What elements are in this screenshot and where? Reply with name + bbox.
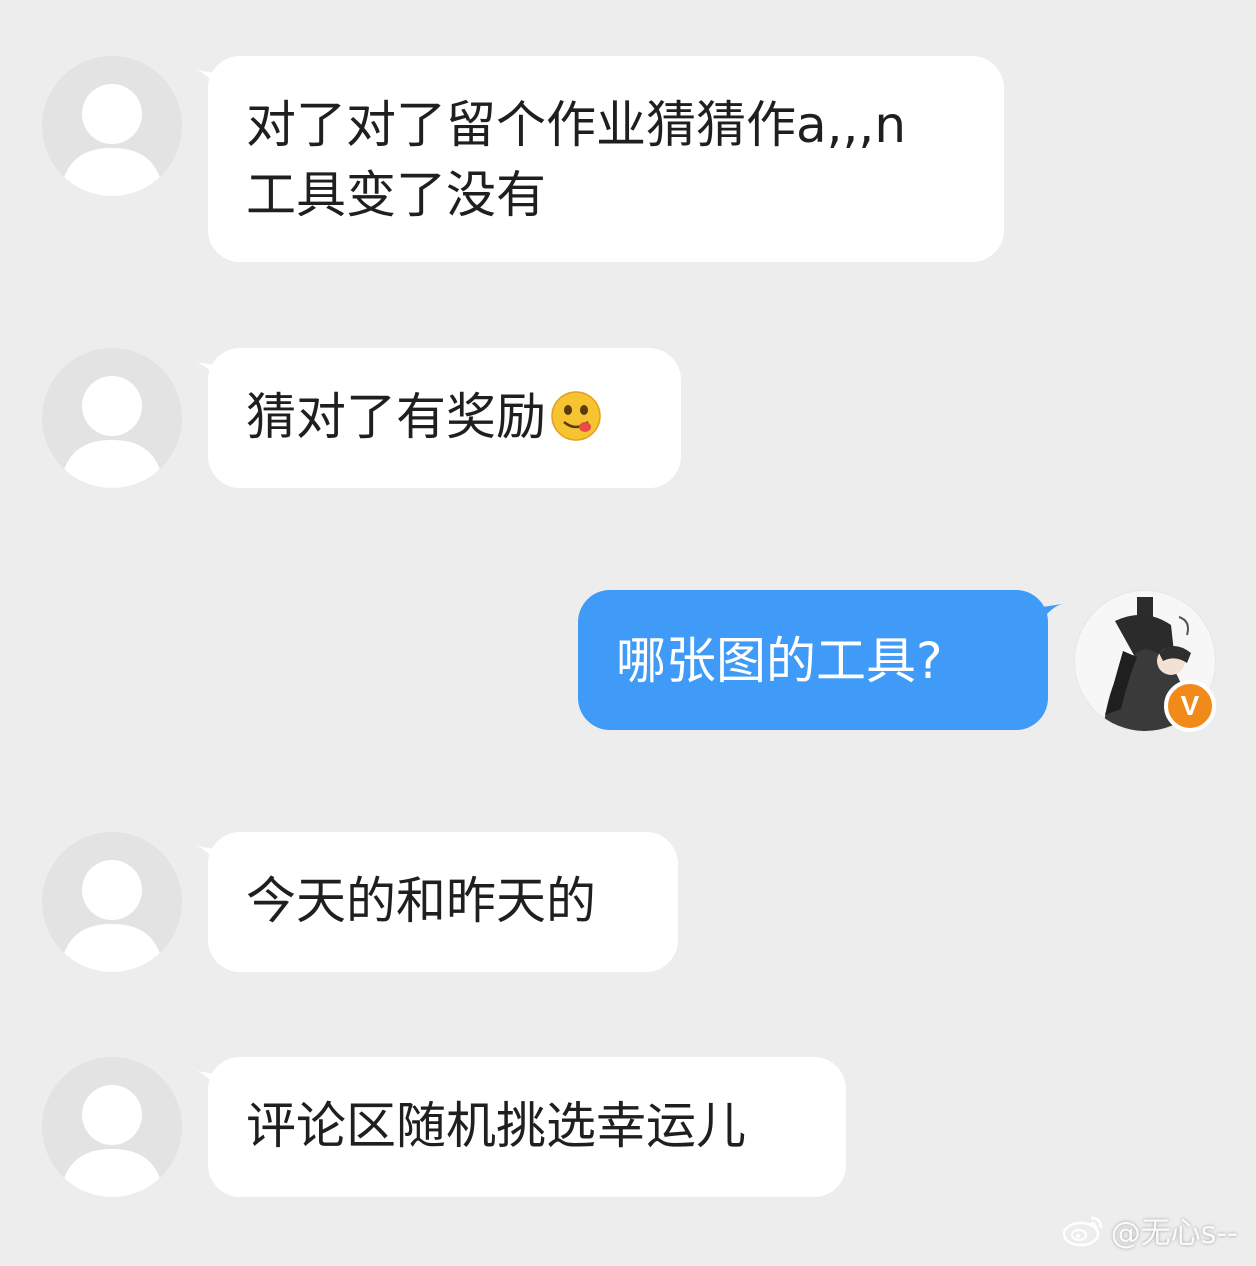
yum-face-emoji-icon bbox=[551, 391, 601, 441]
person-silhouette-icon bbox=[60, 1085, 164, 1197]
default-avatar[interactable] bbox=[42, 56, 182, 196]
message-bubble[interactable]: 哪张图的工具? bbox=[578, 590, 1048, 730]
message-text: 猜对了有奖励 bbox=[246, 388, 546, 446]
message-bubble[interactable]: 今天的和昨天的 bbox=[208, 832, 678, 972]
weibo-icon bbox=[1062, 1216, 1102, 1247]
message-bubble[interactable]: 评论区随机挑选幸运儿 bbox=[208, 1057, 846, 1197]
message-text-line: 对了对了留个作业猜猜作a,,,n bbox=[246, 96, 907, 154]
watermark: @无心s-- bbox=[1061, 1208, 1238, 1252]
person-silhouette-icon bbox=[60, 376, 164, 488]
watermark-text: @无心s-- bbox=[1110, 1216, 1238, 1251]
default-avatar[interactable] bbox=[42, 1057, 182, 1197]
person-silhouette-icon bbox=[60, 84, 164, 196]
message-text: 今天的和昨天的 bbox=[246, 872, 596, 930]
default-avatar[interactable] bbox=[42, 348, 182, 488]
message-text-line: 工具变了没有 bbox=[246, 166, 546, 224]
verified-badge: V bbox=[1164, 680, 1216, 732]
bubble-tail bbox=[1036, 604, 1062, 630]
message-text: 哪张图的工具? bbox=[616, 632, 943, 690]
message-text: 评论区随机挑选幸运儿 bbox=[246, 1097, 746, 1155]
person-silhouette-icon bbox=[60, 860, 164, 972]
message-bubble[interactable]: 猜对了有奖励 bbox=[208, 348, 681, 488]
default-avatar[interactable] bbox=[42, 832, 182, 972]
message-bubble[interactable]: 对了对了留个作业猜猜作a,,,n 工具变了没有 bbox=[208, 56, 1004, 262]
